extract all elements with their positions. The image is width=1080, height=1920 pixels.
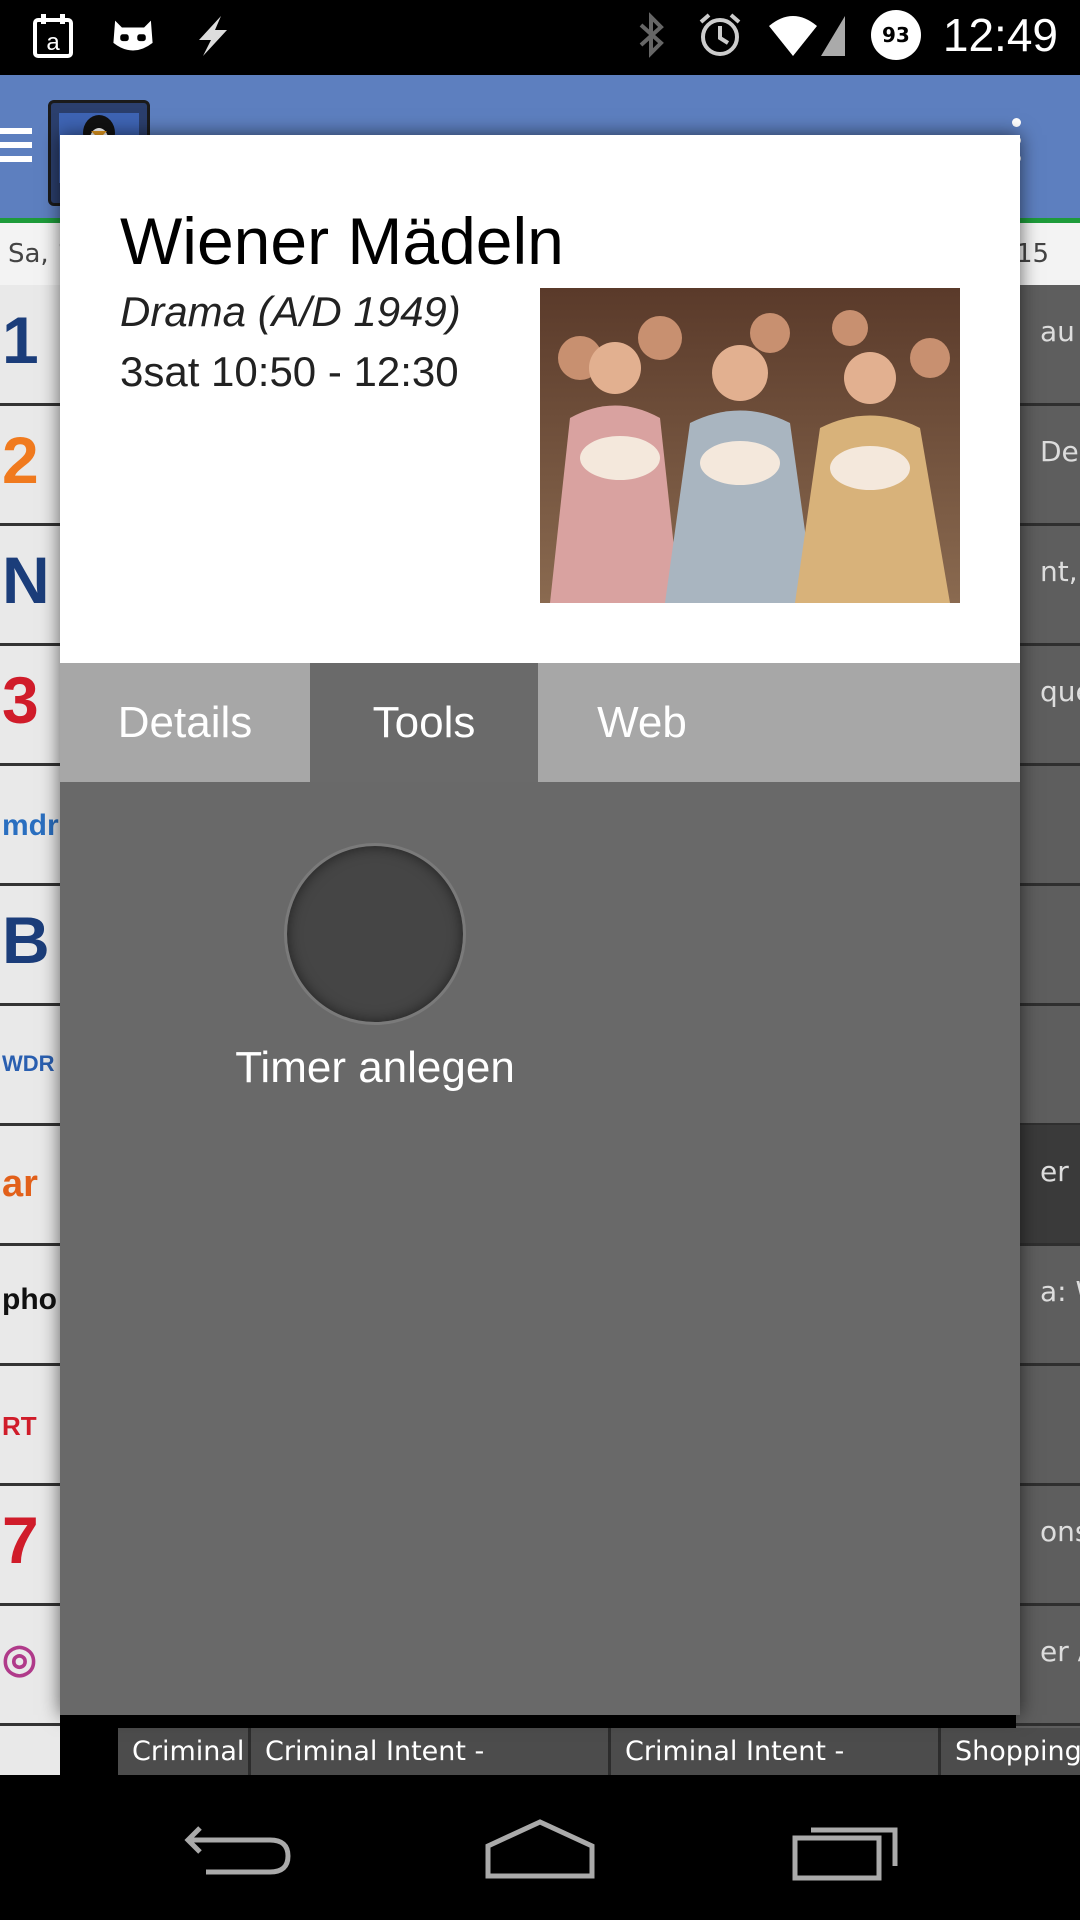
home-icon[interactable]	[470, 1810, 610, 1890]
back-icon[interactable]	[170, 1810, 310, 1890]
timer-label: Timer anlegen	[235, 1043, 515, 1092]
channel-logo[interactable]: pho	[0, 1245, 60, 1366]
wifi-icon	[765, 11, 849, 59]
channel-column: 1 2 N 3 mdr B WDR ar pho RT 7 ◎	[0, 285, 60, 1775]
create-timer-button[interactable]: Timer anlegen	[180, 843, 570, 1093]
channel-logo[interactable]: 1	[0, 285, 60, 406]
program-cell[interactable]: que	[1016, 645, 1080, 766]
program-cell[interactable]: er	[1016, 1125, 1080, 1246]
calendar-icon: a	[30, 12, 76, 60]
program-cell[interactable]: ons	[1016, 1485, 1080, 1606]
date-right: 15	[1016, 239, 1050, 269]
channel-logo[interactable]: ◎	[0, 1605, 60, 1726]
program-cell[interactable]	[1016, 1365, 1080, 1486]
program-genre: Drama (A/D 1949)	[120, 288, 461, 335]
cyanogen-mascot-icon	[110, 12, 156, 60]
program-column: au liv Der nt, que er a: We ons er Ale	[1016, 285, 1080, 1775]
tab-web[interactable]: Web	[538, 663, 746, 782]
program-row: Criminal Criminal Intent - Criminal Inte…	[118, 1728, 1080, 1775]
program-title: Wiener Mädeln	[120, 204, 564, 278]
tab-tools[interactable]: Tools	[310, 663, 538, 782]
program-cell[interactable]: au liv	[1016, 285, 1080, 406]
program-detail-dialog: Wiener Mädeln Drama (A/D 1949) 3sat 10:5…	[60, 135, 1020, 1715]
program-time: 3sat 10:50 - 12:30	[120, 348, 459, 395]
channel-logo[interactable]: WDR	[0, 1005, 60, 1126]
dialog-header: Wiener Mädeln Drama (A/D 1949) 3sat 10:5…	[60, 135, 1020, 663]
recent-apps-icon[interactable]	[775, 1810, 915, 1890]
program-cell[interactable]: a: We	[1016, 1245, 1080, 1366]
clock: 12:49	[942, 9, 1058, 61]
tab-details[interactable]: Details	[60, 663, 310, 782]
program-cell[interactable]	[1016, 885, 1080, 1006]
program-cell[interactable]	[1016, 1005, 1080, 1126]
channel-logo[interactable]: B	[0, 885, 60, 1006]
program-cell[interactable]: er Ale	[1016, 1605, 1080, 1726]
menu-icon[interactable]	[0, 128, 32, 166]
program-cell[interactable]: nt,	[1016, 525, 1080, 646]
program-cell[interactable]: Shopping Q	[938, 1728, 1080, 1775]
battery-icon: 93	[870, 10, 921, 60]
channel-logo[interactable]: 3	[0, 645, 60, 766]
channel-logo[interactable]: N	[0, 525, 60, 646]
channel-logo[interactable]: mdr	[0, 765, 60, 886]
movie-still-image	[540, 288, 960, 603]
timer-icon[interactable]	[284, 843, 466, 1025]
alarm-icon	[697, 11, 743, 59]
navigation-bar	[0, 1775, 1080, 1920]
battery-level: 93	[881, 23, 910, 47]
flash-icon	[190, 12, 236, 60]
channel-logo[interactable]: 7	[0, 1485, 60, 1606]
channel-logo[interactable]: RT	[0, 1365, 60, 1486]
channel-logo[interactable]: 2	[0, 405, 60, 526]
program-cell[interactable]: Criminal	[118, 1728, 248, 1775]
program-cell[interactable]	[1016, 765, 1080, 886]
status-bar: a 93 12:49	[0, 0, 1080, 75]
bluetooth-icon	[629, 11, 675, 59]
program-cell[interactable]: Criminal Intent -	[608, 1728, 938, 1775]
program-cell[interactable]: Criminal Intent -	[248, 1728, 608, 1775]
svg-text:a: a	[46, 29, 60, 56]
program-cell[interactable]: Der	[1016, 405, 1080, 526]
channel-logo[interactable]: ar	[0, 1125, 60, 1246]
tab-bar: Details Tools Web	[60, 663, 1020, 782]
